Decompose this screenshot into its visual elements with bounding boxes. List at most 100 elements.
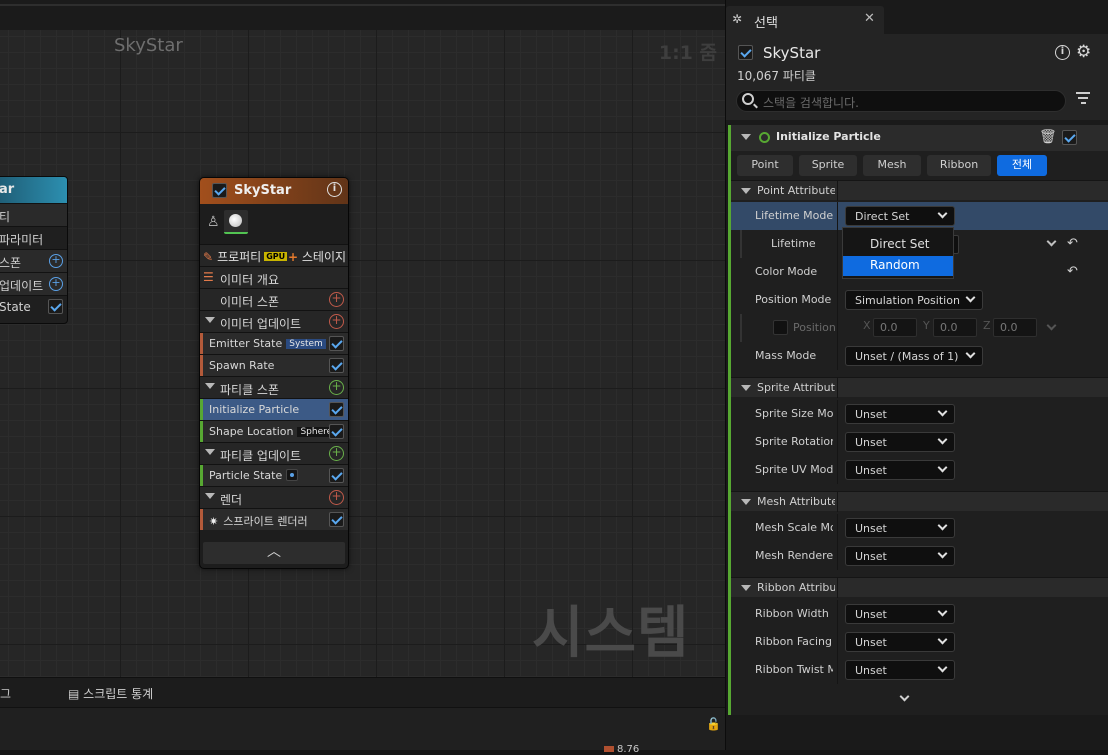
module-row-spawn-rate[interactable]: Spawn Rate [200,354,348,376]
chevron-down-icon[interactable] [1046,320,1057,331]
collapse-arrow-icon[interactable] [205,449,215,455]
collapse-arrow-icon[interactable] [205,317,215,323]
row-ribbon-twist-mode[interactable]: Ribbon Twist Mode Unset [731,656,1108,684]
chevron-down-icon[interactable] [1046,236,1057,247]
tab-ribbon[interactable]: Ribbon [927,155,991,176]
module-enabled-checkbox[interactable] [329,424,344,439]
filter-icon[interactable] [1076,92,1090,106]
menu-option-direct-set[interactable]: Direct Set [843,235,953,255]
tab-script-stats[interactable]: ▤ 스크립트 통계 [68,685,153,702]
module-row-shape-location[interactable]: Shape Location Sphere [200,420,348,442]
section-point-attributes[interactable]: Point Attributes [731,180,1108,201]
add-module-icon[interactable]: + [329,446,344,461]
row-sprite-rotation[interactable]: Sprite Rotation Unset [731,428,1108,456]
add-module-icon[interactable]: + [329,292,344,307]
collapse-arrow-icon[interactable] [741,385,751,391]
mesh-scale-mode-dropdown[interactable]: Unset [845,518,955,538]
emitter-update-row[interactable]: 이미터 업데이트 + [200,310,348,332]
row-mesh-scale-mode[interactable]: Mesh Scale Mode Unset [731,514,1108,542]
expand-module-button[interactable] [731,687,1108,713]
particle-update-row[interactable]: 파티클 업데이트 + [200,442,348,464]
row-ribbon-facing-mode[interactable]: Ribbon Facing Mode Unset [731,628,1108,656]
row-sprite-size-mode[interactable]: Sprite Size Mode Unset [731,400,1108,428]
collapse-arrow-icon[interactable] [741,188,751,194]
add-module-icon[interactable]: + [329,380,344,395]
module-row-particle-state[interactable]: Particle State [200,464,348,486]
trash-icon[interactable]: 🗑 [1039,129,1057,145]
close-icon[interactable]: ✕ [864,11,875,26]
partial-node-row[interactable]: 티 [0,203,67,226]
partial-node-row[interactable]: 업데이트 + [0,272,67,295]
row-lifetime-mode[interactable]: Lifetime Mode Direct Set [731,202,1108,230]
collapse-arrow-icon[interactable] [205,383,215,389]
emitter-node[interactable]: SkyStar i ♙ ✎ 프로퍼티 GPU + 스테이지 ☰ 이미터 개요 이미터… [199,177,349,569]
sprite-size-mode-dropdown[interactable]: Unset [845,404,955,424]
row-sprite-uv-mode[interactable]: Sprite UV Mode Unset [731,456,1108,484]
partial-node-row[interactable]: 파라미터 [0,226,67,249]
reset-icon[interactable]: ↶ [1067,236,1078,251]
row-mass-mode[interactable]: Mass Mode Unset / (Mass of 1) [731,342,1108,370]
reset-icon[interactable]: ↶ [1067,264,1078,279]
lock-icon[interactable]: 🔓 [706,717,721,731]
section-mesh-attributes[interactable]: Mesh Attributes [731,491,1108,512]
enabled-checkbox[interactable] [48,299,63,314]
position-x-field[interactable]: 0.0 [873,318,917,337]
tab-selection[interactable]: ✲ 선택 ✕ [726,6,884,34]
add-icon[interactable]: + [49,277,63,291]
ribbon-width-mode-dropdown[interactable]: Unset [845,604,955,624]
person-icon[interactable]: ♙ [207,214,220,230]
module-enabled-checkbox[interactable] [329,468,344,483]
emitter-enabled-checkbox[interactable] [738,45,753,60]
collapse-arrow-icon[interactable] [205,493,215,499]
module-enabled-checkbox[interactable] [329,402,344,417]
row-ribbon-width-mode[interactable]: Ribbon Width Mode Unset [731,600,1108,628]
module-row-initialize-particle[interactable]: Initialize Particle [200,398,348,420]
module-enabled-checkbox[interactable] [1062,130,1077,145]
emitter-enabled-checkbox[interactable] [212,183,227,198]
sprite-rotation-dropdown[interactable]: Unset [845,432,955,452]
emitter-thumbnail[interactable] [224,210,248,234]
node-graph-canvas[interactable]: SkyStar 1:1 줌 시스템 ar 티 파라미터 스폰 + 업데이트 + St… [0,0,725,677]
collapse-arrow-icon[interactable] [741,134,751,140]
add-icon[interactable]: + [49,254,63,268]
tab-log[interactable]: 그 [0,685,11,702]
lifetime-mode-dropdown[interactable]: Direct Set [845,206,955,226]
position-z-field[interactable]: 0.0 [993,318,1037,337]
module-row-sprite-renderer[interactable]: ✷ 스프라이트 렌더러 [200,508,348,530]
row-position-mode[interactable]: Position Mode Simulation Position [731,286,1108,314]
gear-icon[interactable]: ⚙ [1076,42,1091,62]
ribbon-facing-mode-dropdown[interactable]: Unset [845,632,955,652]
partial-node-row[interactable]: 스폰 + [0,249,67,272]
module-enabled-checkbox[interactable] [329,358,344,373]
row-position[interactable]: Position X 0.0 Y 0.0 Z 0.0 [731,314,1108,342]
add-module-icon[interactable]: + [329,314,344,329]
position-override-checkbox[interactable] [773,320,788,335]
info-icon[interactable]: i [1055,45,1070,60]
add-renderer-icon[interactable]: + [329,490,344,505]
menu-option-random[interactable]: Random [843,256,953,276]
properties-tab[interactable]: ✎ 프로퍼티 GPU [203,248,288,265]
module-enabled-checkbox[interactable] [329,512,344,527]
render-row[interactable]: 렌더 + [200,486,348,508]
collapse-arrow-icon[interactable] [741,499,751,505]
tab-all[interactable]: 전체 [997,155,1047,176]
stage-tab[interactable]: + 스테이지 [288,248,346,265]
ribbon-twist-mode-dropdown[interactable]: Unset [845,660,955,680]
partial-node-row[interactable]: State [0,295,67,318]
module-header[interactable]: Initialize Particle 🗑 [731,125,1108,151]
module-row-emitter-state[interactable]: Emitter State System [200,332,348,354]
particle-spawn-row[interactable]: 파티클 스폰 + [200,376,348,398]
info-icon[interactable]: i [327,182,342,197]
module-enabled-checkbox[interactable] [329,336,344,351]
tab-mesh[interactable]: Mesh [863,155,921,176]
position-y-field[interactable]: 0.0 [933,318,977,337]
emitter-summary-row[interactable]: ☰ 이미터 개요 [200,266,348,288]
position-mode-dropdown[interactable]: Simulation Position [845,290,983,310]
collapse-arrow-icon[interactable] [741,585,751,591]
tab-sprite[interactable]: Sprite [799,155,857,176]
emitter-node-header[interactable]: SkyStar i [200,178,348,204]
section-ribbon-attributes[interactable]: Ribbon Attributes [731,577,1108,598]
mesh-renderer-dropdown[interactable]: Unset [845,546,955,566]
partial-system-node[interactable]: ar 티 파라미터 스폰 + 업데이트 + State [0,176,68,324]
stack-search-input[interactable]: 스택을 검색합니다. [736,90,1066,112]
